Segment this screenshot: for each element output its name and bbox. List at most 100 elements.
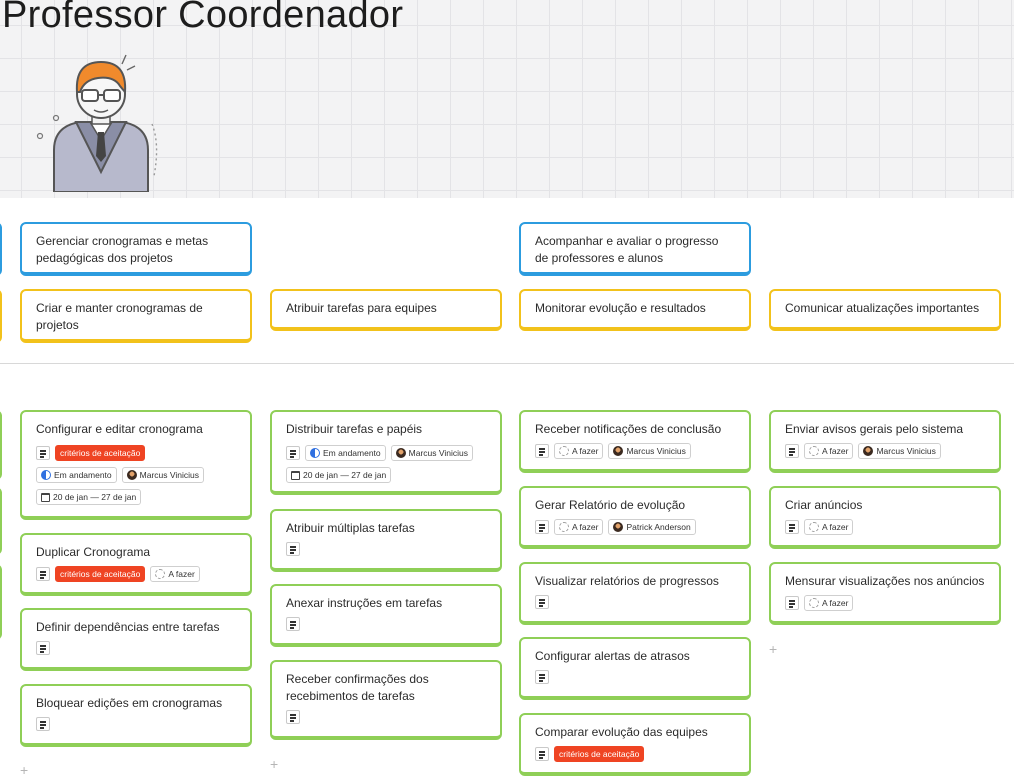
user-avatar-icon [395, 448, 406, 458]
story-title: Configurar e editar cronograma [36, 422, 203, 436]
description-icon [286, 617, 300, 631]
in-progress-icon [310, 448, 320, 458]
story-card[interactable]: Criar anúncios A fazer [769, 486, 1001, 549]
story-card[interactable]: Comparar evolução das equipes critérios … [519, 713, 751, 776]
assignee-chip[interactable]: Marcus Vinicius [390, 445, 474, 461]
activity-card-partial[interactable] [0, 222, 2, 276]
status-chip[interactable]: A fazer [150, 566, 200, 582]
story-title: Comparar evolução das equipes [535, 725, 708, 739]
status-chip[interactable]: A fazer [804, 595, 854, 611]
assignee-chip[interactable]: Patrick Anderson [608, 519, 696, 535]
task-card[interactable]: Criar e manter cronogramas de projetos [20, 289, 252, 343]
release-divider [0, 363, 1014, 364]
date-chip[interactable]: 20 de jan — 27 de jan [286, 467, 392, 483]
user-avatar-icon [613, 446, 624, 456]
add-card-button[interactable]: + [769, 642, 777, 656]
tag-chip[interactable]: critérios de aceitação [55, 566, 146, 582]
story-card[interactable]: Definir dependências entre tarefas [20, 608, 252, 671]
story-card[interactable]: Anexar instruções em tarefas [270, 584, 502, 647]
story-title: Atribuir múltiplas tarefas [286, 521, 415, 535]
in-progress-icon [41, 470, 51, 480]
story-title: Enviar avisos gerais pelo sistema [785, 422, 964, 436]
story-card[interactable]: Distribuir tarefas e papéis Em andamento… [270, 410, 502, 495]
description-icon [785, 520, 799, 534]
activity-card[interactable]: Acompanhar e avaliar o progresso de prof… [519, 222, 751, 276]
description-icon [36, 446, 50, 460]
calendar-icon [291, 470, 300, 480]
story-title: Gerar Relatório de evolução [535, 498, 686, 512]
story-card[interactable]: Receber confirmações dos recebimentos de… [270, 660, 502, 740]
task-title: Atribuir tarefas para equipes [286, 301, 437, 315]
story-title: Criar anúncios [785, 498, 863, 512]
todo-icon [809, 522, 819, 532]
description-icon [36, 567, 50, 581]
story-card[interactable]: Visualizar relatórios de progressos [519, 562, 751, 625]
story-title: Distribuir tarefas e papéis [286, 422, 423, 436]
board-header: Professor Coordenador [0, 0, 1014, 198]
status-chip[interactable]: A fazer [804, 443, 854, 459]
add-card-button[interactable]: + [20, 763, 28, 777]
task-title: Monitorar evolução e resultados [535, 301, 706, 315]
status-chip[interactable]: A fazer [804, 519, 854, 535]
assignee-chip[interactable]: Marcus Vinicius [858, 443, 941, 459]
story-title: Bloquear edições em cronogramas [36, 696, 223, 710]
description-icon [535, 595, 549, 609]
activity-card[interactable]: Gerenciar cronogramas e metas pedagógica… [20, 222, 252, 276]
user-avatar-icon [863, 446, 874, 456]
tag-chip[interactable]: critérios de aceitação [554, 746, 645, 762]
story-title: Receber notificações de conclusão [535, 422, 722, 436]
story-title: Visualizar relatórios de progressos [535, 574, 719, 588]
description-icon [785, 596, 799, 610]
status-chip[interactable]: A fazer [554, 443, 604, 459]
description-icon [36, 641, 50, 655]
user-avatar-icon [613, 522, 624, 532]
story-card[interactable]: Configurar alertas de atrasos [519, 637, 751, 700]
todo-icon [559, 446, 569, 456]
story-card-partial[interactable] [0, 564, 2, 640]
status-chip[interactable]: Em andamento [305, 445, 386, 461]
activity-title: Acompanhar e avaliar o progresso de prof… [535, 234, 719, 265]
story-card[interactable]: Gerar Relatório de evolução A fazer Patr… [519, 486, 751, 549]
story-card[interactable]: Receber notificações de conclusão A faze… [519, 410, 751, 473]
story-card[interactable]: Enviar avisos gerais pelo sistema A faze… [769, 410, 1001, 473]
description-icon [785, 444, 799, 458]
calendar-icon [41, 492, 50, 502]
description-icon [286, 710, 300, 724]
tag-chip[interactable]: critérios de aceitação [55, 445, 146, 461]
description-icon [535, 747, 549, 761]
description-icon [286, 446, 300, 460]
add-card-button[interactable]: + [270, 757, 278, 771]
todo-icon [809, 446, 819, 456]
story-card-partial[interactable] [0, 487, 2, 555]
task-card[interactable]: Comunicar atualizações importantes [769, 289, 1001, 331]
task-title: Criar e manter cronogramas de projetos [36, 301, 203, 332]
todo-icon [559, 522, 569, 532]
task-card[interactable]: Atribuir tarefas para equipes [270, 289, 502, 331]
story-card[interactable]: Duplicar Cronograma critérios de aceitaç… [20, 533, 252, 596]
story-title: Configurar alertas de atrasos [535, 649, 690, 663]
activity-title: Gerenciar cronogramas e metas pedagógica… [36, 234, 209, 265]
date-chip[interactable]: 20 de jan — 27 de jan [36, 489, 142, 505]
story-title: Mensurar visualizações nos anúncios [785, 574, 985, 588]
story-card[interactable]: Bloquear edições em cronogramas [20, 684, 252, 747]
assignee-chip[interactable]: Marcus Vinicius [608, 443, 691, 459]
task-title: Comunicar atualizações importantes [785, 301, 980, 315]
story-card[interactable]: Mensurar visualizações nos anúncios A fa… [769, 562, 1001, 625]
task-card[interactable]: Monitorar evolução e resultados [519, 289, 751, 331]
description-icon [286, 542, 300, 556]
professor-avatar-illustration [36, 54, 158, 192]
story-title: Receber confirmações dos recebimentos de… [286, 672, 429, 703]
story-title: Definir dependências entre tarefas [36, 620, 220, 634]
story-card-partial[interactable] [0, 410, 2, 480]
board-title: Professor Coordenador [2, 0, 404, 36]
status-chip[interactable]: A fazer [554, 519, 604, 535]
todo-icon [809, 598, 819, 608]
description-icon [535, 520, 549, 534]
story-title: Anexar instruções em tarefas [286, 596, 443, 610]
story-card[interactable]: Atribuir múltiplas tarefas [270, 509, 502, 572]
assignee-chip[interactable]: Marcus Vinicius [121, 467, 205, 483]
status-chip[interactable]: Em andamento [36, 467, 117, 483]
task-card-partial[interactable] [0, 289, 2, 343]
story-card[interactable]: Configurar e editar cronograma critérios… [20, 410, 252, 520]
description-icon [36, 717, 50, 731]
